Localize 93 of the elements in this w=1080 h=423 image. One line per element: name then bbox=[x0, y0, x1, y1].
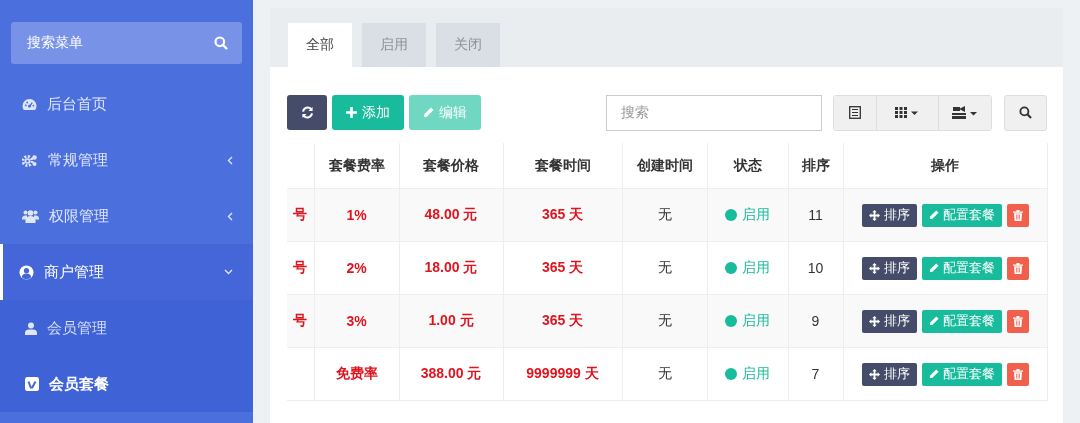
trash-icon bbox=[1012, 315, 1023, 327]
column-header: 排序 bbox=[788, 143, 843, 189]
table-cell: 365 天 bbox=[541, 312, 584, 328]
sidebar-item[interactable]: 权限管理 bbox=[0, 188, 253, 244]
pencil-icon bbox=[928, 369, 939, 379]
move-icon bbox=[868, 315, 880, 327]
pencil-icon bbox=[423, 107, 434, 118]
configure-button[interactable]: 配置套餐 bbox=[921, 309, 1002, 333]
pencil-icon bbox=[928, 316, 939, 326]
sort-button[interactable]: 排序 bbox=[861, 362, 917, 386]
user-circle-icon bbox=[19, 264, 34, 280]
table-cell: 7 bbox=[811, 366, 820, 382]
search-field[interactable]: 搜索 bbox=[606, 94, 822, 131]
sort-button[interactable]: 排序 bbox=[861, 256, 917, 280]
tab[interactable]: 全部 bbox=[288, 23, 352, 67]
status-text: 启用 bbox=[742, 312, 770, 330]
column-header: 状态 bbox=[707, 143, 788, 189]
table-cell: 2% bbox=[346, 260, 367, 276]
trash-icon bbox=[1012, 262, 1023, 274]
status-text: 启用 bbox=[742, 206, 770, 224]
table-cell: 388.00 元 bbox=[420, 365, 482, 381]
move-icon bbox=[868, 209, 880, 221]
export-dropdown-button[interactable] bbox=[938, 95, 991, 130]
dashboard-icon bbox=[22, 97, 37, 111]
configure-button[interactable]: 配置套餐 bbox=[921, 203, 1002, 227]
search-button[interactable] bbox=[1004, 94, 1047, 131]
configure-button[interactable]: 配置套餐 bbox=[921, 362, 1002, 386]
sidebar-subitem[interactable]: 会员套餐 bbox=[0, 356, 253, 412]
list-icon bbox=[849, 106, 861, 119]
table-cell: 365 天 bbox=[541, 206, 584, 222]
columns-dropdown-button[interactable] bbox=[876, 95, 938, 130]
table-cell: 号 bbox=[293, 312, 308, 328]
table-cell: 48.00 元 bbox=[424, 206, 478, 222]
trash-icon bbox=[1012, 368, 1023, 380]
sidebar-item[interactable]: 商户管理 bbox=[0, 244, 253, 300]
search-icon bbox=[1019, 106, 1032, 119]
search-icon bbox=[214, 36, 228, 50]
table-cell: 无 bbox=[657, 365, 672, 381]
user-icon bbox=[25, 321, 37, 335]
tab[interactable]: 关闭 bbox=[436, 23, 500, 67]
delete-button[interactable] bbox=[1006, 256, 1029, 280]
refresh-button[interactable] bbox=[287, 95, 327, 130]
search-placeholder: 搜索菜单 bbox=[27, 34, 83, 52]
table-cell: 免费率 bbox=[335, 365, 378, 381]
sidebar-subitem[interactable]: 会员管理 bbox=[0, 300, 253, 356]
grid-caret-icon bbox=[895, 107, 920, 118]
trash-icon bbox=[1012, 209, 1023, 221]
table-cell: 1.00 元 bbox=[428, 312, 474, 328]
table-cell: 10 bbox=[807, 260, 824, 276]
add-button[interactable]: 添加 bbox=[332, 95, 404, 130]
delete-button[interactable] bbox=[1006, 362, 1029, 386]
chevron-down-icon bbox=[224, 269, 233, 275]
table-cell: 1% bbox=[346, 207, 367, 223]
column-header: 创建时间 bbox=[622, 143, 707, 189]
table-cell: 18.00 元 bbox=[424, 259, 478, 275]
table-cell: 无 bbox=[657, 259, 672, 275]
sort-button[interactable]: 排序 bbox=[861, 203, 917, 227]
tab[interactable]: 启用 bbox=[362, 23, 426, 67]
cogs-icon bbox=[22, 153, 38, 167]
export-caret-icon bbox=[951, 106, 979, 119]
v-square-icon bbox=[25, 377, 39, 391]
delete-button[interactable] bbox=[1006, 309, 1029, 333]
delete-button[interactable] bbox=[1006, 203, 1029, 227]
table-cell: 11 bbox=[808, 207, 823, 223]
sort-button[interactable]: 排序 bbox=[861, 309, 917, 333]
move-icon bbox=[868, 368, 880, 380]
pencil-icon bbox=[928, 210, 939, 220]
table-cell: 号 bbox=[293, 259, 308, 275]
move-icon bbox=[868, 262, 880, 274]
refresh-icon bbox=[300, 106, 314, 119]
users-icon bbox=[22, 209, 39, 223]
table-cell: 3% bbox=[346, 313, 367, 329]
table-cell: 9 bbox=[811, 313, 820, 329]
column-header: 套餐费率 bbox=[314, 143, 399, 189]
table-cell: 365 天 bbox=[541, 259, 584, 275]
table-cell: 无 bbox=[657, 312, 672, 328]
chevron-left-icon bbox=[227, 211, 233, 221]
menu-search-field[interactable]: 搜索菜单 bbox=[11, 22, 242, 64]
table-cell: 无 bbox=[657, 206, 672, 222]
configure-button[interactable]: 配置套餐 bbox=[921, 256, 1002, 280]
toggle-view-button[interactable] bbox=[834, 95, 876, 130]
column-header: 操作 bbox=[843, 143, 1047, 189]
table-cell: 9999999 天 bbox=[526, 365, 599, 381]
sidebar-item[interactable]: 后台首页 bbox=[0, 76, 253, 132]
pencil-icon bbox=[928, 263, 939, 273]
chevron-left-icon bbox=[227, 155, 233, 165]
column-header: 套餐价格 bbox=[399, 143, 503, 189]
sidebar-item[interactable]: 常规管理 bbox=[0, 132, 253, 188]
column-header: 套餐时间 bbox=[503, 143, 622, 189]
table-cell: 号 bbox=[293, 206, 308, 222]
plus-icon bbox=[346, 107, 357, 118]
status-text: 启用 bbox=[742, 365, 770, 383]
status-text: 启用 bbox=[742, 259, 770, 277]
